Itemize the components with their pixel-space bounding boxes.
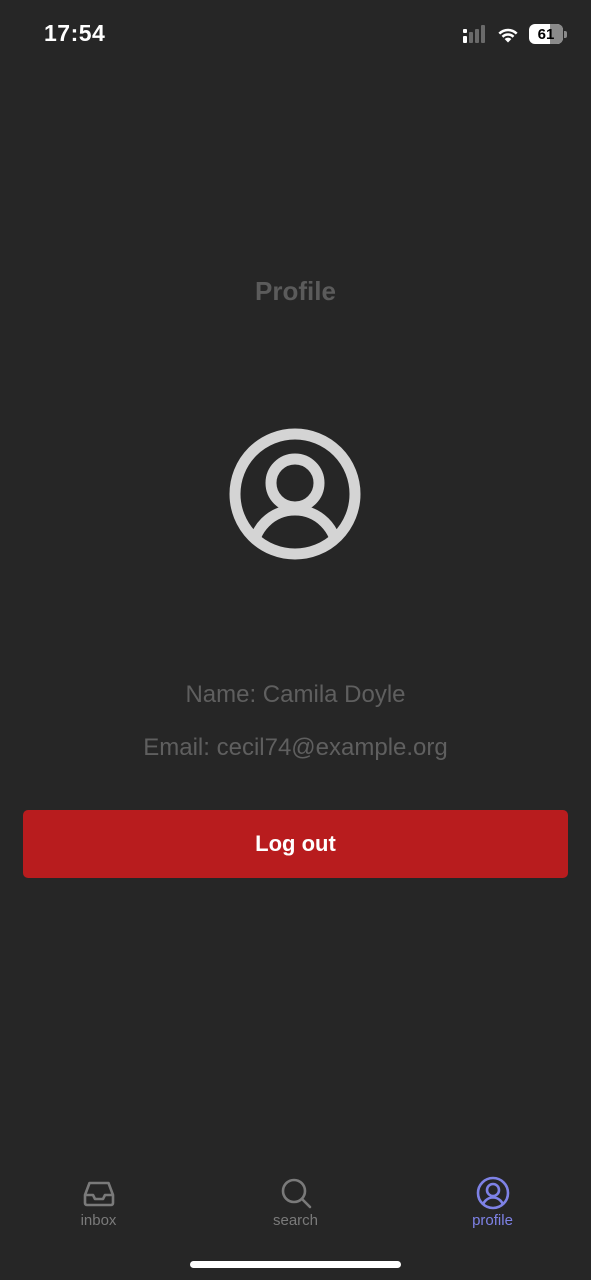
battery-level: 61 bbox=[537, 25, 555, 43]
page-title: Profile bbox=[255, 276, 336, 306]
logout-button[interactable]: Log out bbox=[23, 810, 568, 878]
tab-label-inbox: inbox bbox=[80, 1212, 117, 1229]
inbox-icon bbox=[83, 1181, 114, 1207]
tab-label-profile: profile bbox=[472, 1212, 513, 1229]
tab-bar: inbox search profile bbox=[0, 1160, 591, 1250]
status-bar: 17:54 61 bbox=[0, 0, 591, 70]
user-circle-icon bbox=[229, 428, 361, 560]
user-name: Name: Camila Doyle bbox=[185, 681, 406, 708]
tab-label-search: search bbox=[272, 1212, 319, 1229]
status-time: 17:54 bbox=[44, 20, 106, 46]
user-email: Email: cecil74@example.org bbox=[143, 734, 448, 761]
battery-body: 61 bbox=[529, 24, 563, 44]
search-icon bbox=[281, 1178, 311, 1209]
status-icons: 61 bbox=[463, 24, 567, 44]
signal-icon bbox=[463, 25, 485, 43]
home-indicator[interactable] bbox=[190, 1261, 401, 1268]
user-circle-icon bbox=[476, 1176, 509, 1210]
tab-profile[interactable]: profile bbox=[394, 1160, 591, 1250]
wifi-icon bbox=[498, 28, 518, 42]
battery-nub bbox=[564, 30, 567, 38]
battery-icon: 61 bbox=[529, 24, 567, 44]
tab-inbox[interactable]: inbox bbox=[0, 1160, 197, 1250]
tab-search[interactable]: search bbox=[197, 1160, 394, 1250]
